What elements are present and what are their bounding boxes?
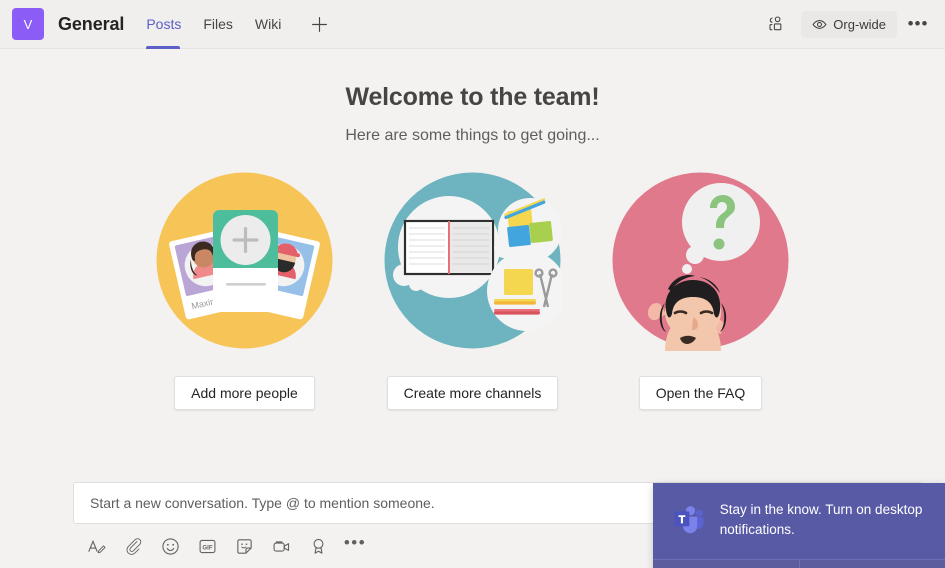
format-icon: [87, 539, 106, 553]
plus-icon: [311, 16, 327, 32]
people-cards-illustration: Maxine ky: [156, 172, 333, 349]
welcome-subtitle: Here are some things to get going...: [345, 127, 600, 144]
eye-icon: [812, 19, 827, 29]
add-tab-button[interactable]: [304, 9, 334, 39]
sticker-button[interactable]: [231, 533, 257, 559]
attach-icon: [126, 537, 141, 555]
meet-now-icon: [273, 540, 289, 552]
compose-placeholder: Start a new conversation. Type @ to ment…: [90, 495, 435, 511]
svg-text:GIF: GIF: [202, 544, 212, 551]
dismiss-notification-button[interactable]: Dismiss: [798, 560, 945, 568]
compose-more-options-label: •••: [343, 533, 367, 552]
header-more-options-button[interactable]: •••: [903, 8, 933, 40]
welcome-card-add-people: Maxine ky: [154, 170, 335, 410]
sticker-icon: [236, 538, 252, 554]
header-more-options-label: •••: [907, 14, 929, 33]
tab-wiki-label: Wiki: [254, 16, 282, 32]
header-actions: Org-wide •••: [759, 8, 933, 40]
tab-posts[interactable]: Posts: [146, 0, 192, 49]
meet-now-button[interactable]: [268, 533, 294, 559]
question-person-illustration: [612, 172, 789, 351]
add-more-people-button[interactable]: Add more people: [174, 376, 315, 410]
microsoft-teams-logo: [674, 506, 704, 534]
tab-posts-label: Posts: [146, 16, 182, 32]
open-the-faq-button[interactable]: Open the FAQ: [638, 376, 763, 410]
giphy-icon: GIF: [199, 539, 215, 553]
org-wide-label: Org-wide: [833, 16, 886, 32]
tab-wiki[interactable]: Wiki: [244, 0, 292, 49]
emoji-button[interactable]: [157, 533, 183, 559]
tab-files[interactable]: Files: [192, 0, 244, 49]
welcome-panel: Welcome to the team! Here are some thing…: [0, 49, 945, 568]
compose-more-options-button[interactable]: •••: [342, 533, 368, 559]
page-title: General: [58, 13, 125, 34]
create-more-channels-button[interactable]: Create more channels: [386, 376, 559, 410]
praise-icon: [313, 538, 323, 554]
notification-toast: Stay in the know. Turn on desktop notifi…: [653, 483, 945, 568]
toast-message: Stay in the know. Turn on desktop notifi…: [719, 502, 923, 537]
org-wide-badge[interactable]: Org-wide: [801, 10, 897, 38]
team-members-icon: [769, 16, 782, 31]
channel-header: V General Posts Files Wiki Org-wide •••: [0, 0, 945, 49]
channel-tabs: Posts Files Wiki: [146, 0, 334, 49]
tab-files-label: Files: [203, 16, 233, 32]
welcome-cards: Maxine ky: [0, 170, 945, 410]
praise-button[interactable]: [305, 533, 331, 559]
team-avatar-initial: V: [23, 16, 33, 32]
welcome-card-open-faq: Open the FAQ: [610, 170, 791, 410]
team-members-button[interactable]: [759, 8, 791, 40]
notebook-thought-illustration: [384, 172, 563, 349]
welcome-title: Welcome to the team!: [345, 83, 600, 111]
giphy-button[interactable]: GIF: [194, 533, 220, 559]
format-button[interactable]: [83, 533, 109, 559]
turn-on-notifications-button[interactable]: Turn on: [653, 560, 799, 568]
attach-button[interactable]: [120, 533, 146, 559]
team-avatar[interactable]: V: [12, 8, 44, 40]
welcome-card-create-channels: Create more channels: [382, 170, 563, 410]
emoji-icon: [161, 537, 179, 555]
toast-actions: Turn on Dismiss: [653, 559, 945, 568]
toast-body: Stay in the know. Turn on desktop notifi…: [653, 483, 945, 559]
